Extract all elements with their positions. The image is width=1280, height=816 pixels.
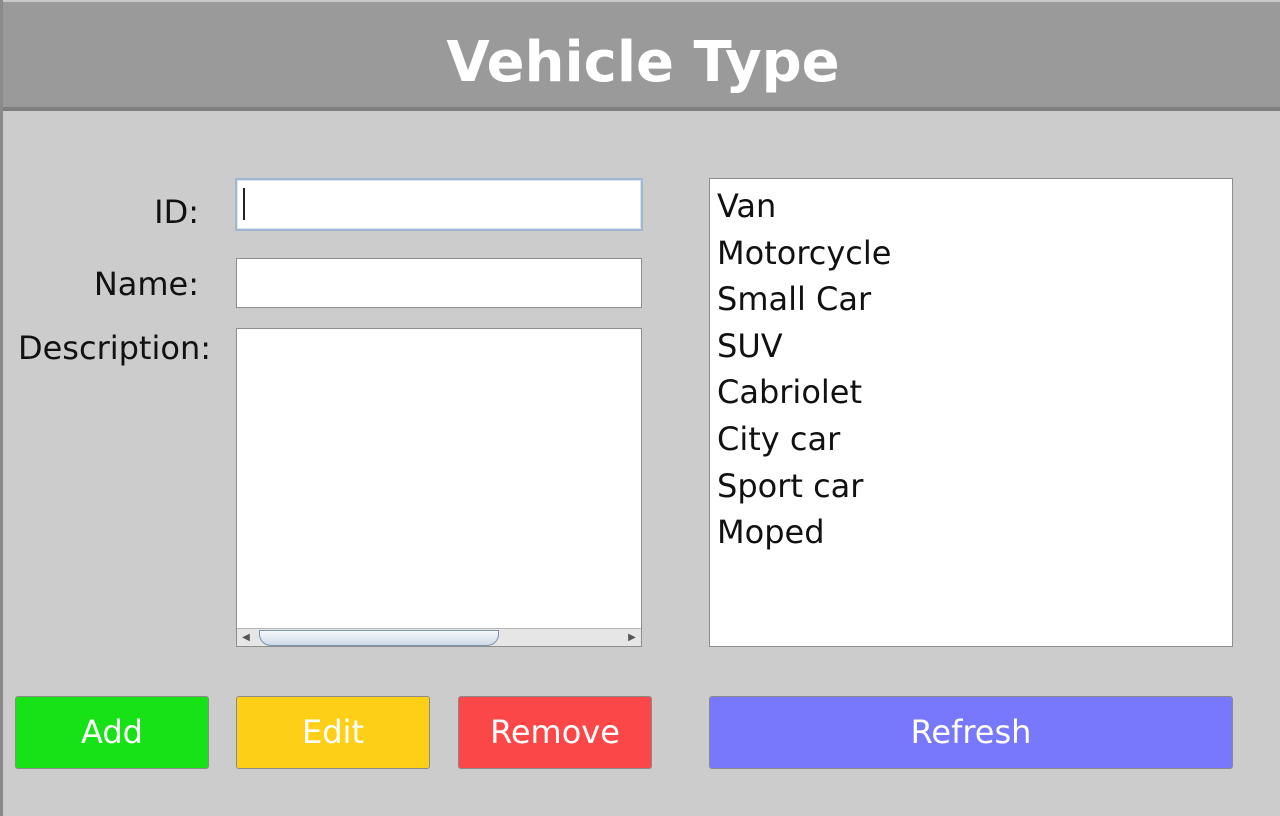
- description-label: Description:: [17, 329, 211, 367]
- list-item[interactable]: SUV: [710, 323, 1232, 370]
- id-field-container: [235, 178, 643, 231]
- list-item[interactable]: Moped: [710, 509, 1232, 556]
- id-label: ID:: [154, 193, 199, 231]
- header-bar: Vehicle Type: [3, 0, 1280, 111]
- name-field[interactable]: [237, 259, 641, 307]
- description-field[interactable]: [237, 329, 641, 627]
- horizontal-scrollbar[interactable]: ◀ ▶: [237, 628, 641, 646]
- app-window: Vehicle Type ID: Name: Description: ◀ ▶ …: [0, 0, 1280, 816]
- id-field[interactable]: [237, 180, 641, 229]
- scroll-left-icon[interactable]: ◀: [239, 631, 253, 645]
- list-item[interactable]: Cabriolet: [710, 369, 1232, 416]
- list-item[interactable]: City car: [710, 416, 1232, 463]
- refresh-button[interactable]: Refresh: [709, 696, 1233, 769]
- name-field-container: [236, 258, 642, 308]
- list-item[interactable]: Van: [710, 183, 1232, 230]
- add-button[interactable]: Add: [15, 696, 209, 769]
- scroll-right-icon[interactable]: ▶: [625, 631, 639, 645]
- list-item[interactable]: Sport car: [710, 463, 1232, 510]
- remove-button[interactable]: Remove: [458, 696, 652, 769]
- list-item[interactable]: Small Car: [710, 276, 1232, 323]
- description-field-container: ◀ ▶: [236, 328, 642, 647]
- name-label: Name:: [93, 265, 199, 303]
- page-title: Vehicle Type: [446, 30, 840, 95]
- edit-button[interactable]: Edit: [236, 696, 430, 769]
- list-item[interactable]: Motorcycle: [710, 230, 1232, 277]
- text-caret: [243, 188, 245, 220]
- scrollbar-thumb[interactable]: [259, 630, 499, 646]
- vehicle-type-list[interactable]: Van Motorcycle Small Car SUV Cabriolet C…: [709, 178, 1233, 647]
